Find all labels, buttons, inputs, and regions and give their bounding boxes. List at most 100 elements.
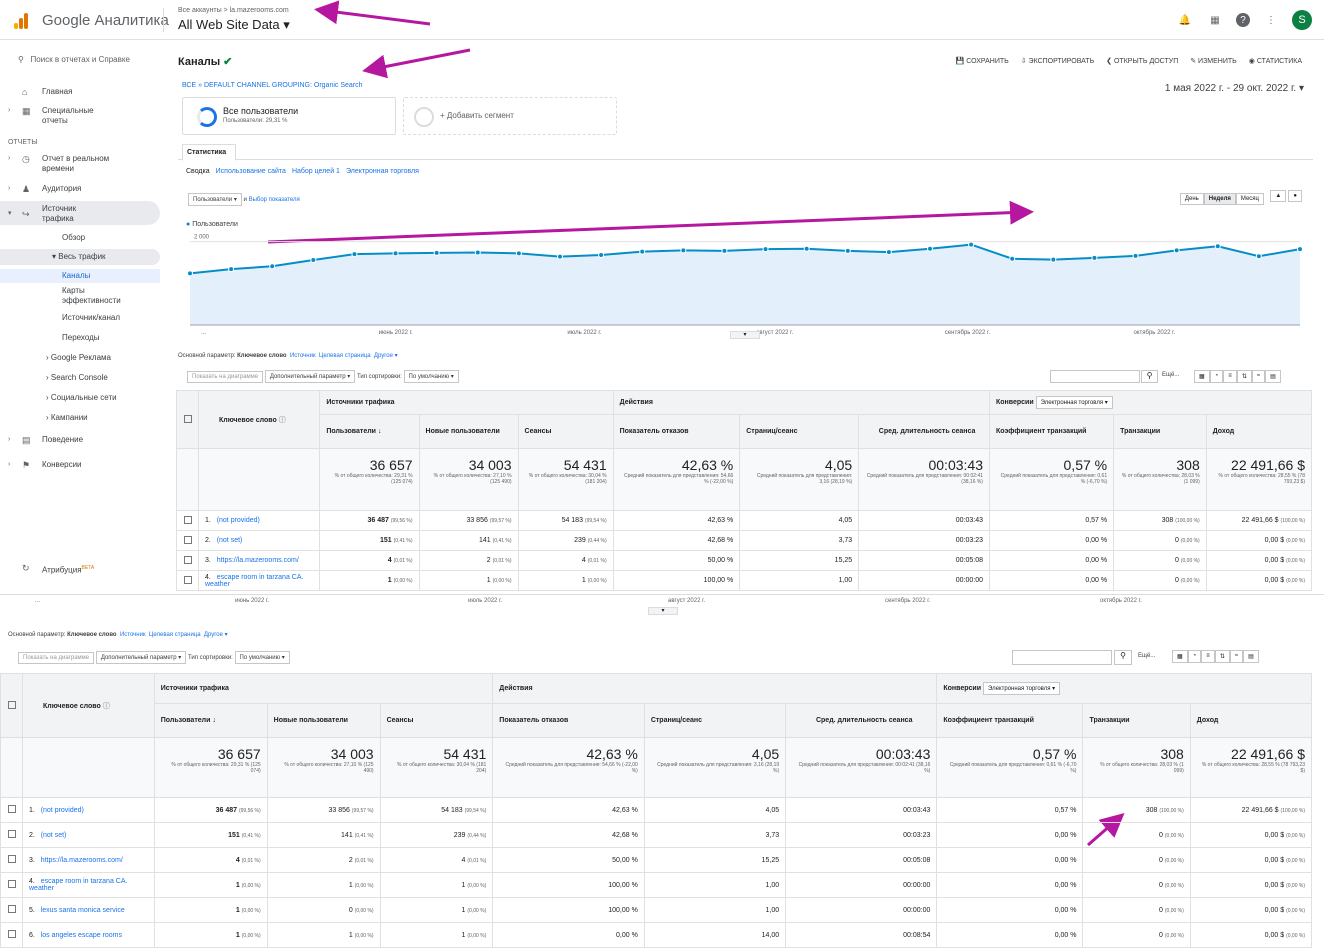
data-point[interactable] [762, 246, 769, 253]
subtab-ecommerce[interactable]: Электронная торговля [346, 168, 419, 175]
row-checkbox[interactable] [7, 880, 16, 888]
avatar[interactable]: S [1292, 10, 1312, 30]
pivot-view-icon[interactable]: ▤ [1265, 370, 1281, 383]
dim-link-source[interactable]: Источник [120, 632, 146, 638]
column-header[interactable]: Страниц/сеанс [643, 703, 787, 738]
data-point[interactable] [1255, 253, 1262, 260]
column-header[interactable]: Доход [1189, 703, 1313, 738]
add-segment-button[interactable]: + Добавить сегмент [403, 97, 617, 135]
sidebar-item-channels[interactable]: Каналы [0, 269, 160, 283]
sidebar-item-home[interactable]: ⌂ Главная [0, 87, 160, 97]
sidebar-item-search-console[interactable]: › Search Console [0, 373, 160, 383]
data-point[interactable] [351, 251, 358, 258]
channel-grouping-breadcrumb[interactable]: ВСЕ » DEFAULT CHANNEL GROUPING: Organic … [182, 82, 363, 89]
account-breadcrumb[interactable]: Все аккаунты > la.mazerooms.com [178, 7, 289, 14]
sidebar-item-overview[interactable]: Обзор [0, 233, 160, 243]
save-button[interactable]: 💾 СОХРАНИТЬ [956, 57, 1009, 65]
line-chart-icon[interactable]: ▲ [1270, 190, 1287, 202]
column-header[interactable]: Показатель отказов [612, 414, 741, 449]
plot-rows-button[interactable]: Показать на диаграмме [187, 371, 264, 383]
motion-chart-icon[interactable]: ● [1288, 190, 1302, 202]
column-header[interactable]: Пользователи ↓ [319, 414, 420, 449]
column-header[interactable]: Транзакции [1113, 414, 1207, 449]
advanced-filter-link[interactable]: Ещё... [1162, 372, 1179, 378]
sidebar-item-attribution[interactable]: ↻ АтрибуцияBETA [0, 563, 160, 576]
keyword-link[interactable]: https://la.mazerooms.com/ [41, 857, 123, 864]
keyword-link[interactable]: (not set) [41, 832, 67, 839]
sort-dropdown[interactable]: По умолчанию ▾ [403, 370, 459, 383]
sort-dropdown[interactable]: По умолчанию ▾ [234, 651, 290, 664]
row-checkbox[interactable] [183, 515, 192, 524]
select-all-checkbox[interactable] [183, 414, 192, 423]
metric-dropdown[interactable]: Пользователи ▾ [188, 193, 242, 206]
subtab-site-usage[interactable]: Использование сайта [216, 168, 286, 175]
keyword-link[interactable]: https://la.mazerooms.com/ [217, 557, 299, 564]
column-header[interactable]: Транзакции [1082, 703, 1191, 738]
performance-view-icon[interactable]: ≡ [1201, 650, 1215, 663]
export-button[interactable]: ⇩ ЭКСПОРТИРОВАТЬ [1021, 57, 1094, 65]
pie-view-icon[interactable]: ◔ [1209, 370, 1224, 383]
table-view-icon[interactable]: ▦ [1194, 370, 1210, 383]
data-point[interactable] [927, 245, 933, 252]
apps-grid-icon[interactable]: ▦ [1206, 11, 1224, 29]
keyword-link[interactable]: (not set) [217, 537, 243, 544]
table-row[interactable]: 1. (not provided) 36 487 (99,56 %) 33 856 … [0, 797, 1313, 823]
chart-collapse-handle[interactable]: ▾ [730, 331, 760, 339]
search-icon[interactable]: ⚲ [1114, 650, 1132, 665]
data-point[interactable] [474, 249, 481, 256]
column-header[interactable]: Новые пользователи [418, 414, 519, 449]
column-header[interactable]: Сеансы [379, 703, 494, 738]
column-header[interactable]: Новые пользователи [266, 703, 381, 738]
notifications-icon[interactable]: 🔔 [1176, 11, 1194, 29]
row-checkbox[interactable] [7, 830, 16, 838]
segment-all-users[interactable]: Все пользователи Пользователи: 29,31 % [182, 97, 396, 135]
sidebar-item-conversions[interactable]: › ⚑ Конверсии [0, 460, 160, 470]
data-point[interactable] [680, 247, 687, 254]
dim-link-other[interactable]: Другое ▾ [204, 632, 228, 638]
report-search[interactable]: ⚲ Поиск в отчетах и Справке [18, 55, 130, 64]
table-row[interactable]: 4. escape room in tarzana CA. weather 1 (… [0, 872, 1313, 898]
data-point[interactable] [269, 263, 276, 270]
data-point[interactable] [1009, 255, 1016, 262]
data-point[interactable] [228, 266, 235, 273]
data-point[interactable] [1297, 246, 1303, 253]
keyword-link[interactable]: (not provided) [217, 517, 260, 524]
data-point[interactable] [968, 241, 975, 248]
select-all-checkbox[interactable] [7, 700, 16, 709]
data-point[interactable] [803, 245, 810, 252]
column-header[interactable]: Коэффициент транзакций [936, 703, 1084, 738]
plot-rows-button[interactable]: Показать на диаграмме [18, 652, 95, 664]
data-point[interactable] [1050, 256, 1057, 263]
subtab-goal-set[interactable]: Набор целей 1 [292, 168, 340, 175]
column-header[interactable]: Пользователи ↓ [153, 703, 268, 738]
data-point[interactable] [515, 250, 522, 257]
row-checkbox[interactable] [183, 535, 192, 544]
data-point[interactable] [844, 247, 851, 254]
table-row[interactable]: 1. (not provided) 36 487 (99,56 %) 33 856 … [176, 510, 1313, 531]
row-checkbox[interactable] [183, 555, 192, 564]
share-button[interactable]: ❮ ОТКРЫТЬ ДОСТУП [1106, 57, 1178, 65]
sidebar-item-audience[interactable]: › ♟ Аудитория [0, 184, 160, 194]
keyword-link[interactable]: los angeles escape rooms [41, 932, 122, 939]
gran-week[interactable]: Неделя [1203, 193, 1236, 205]
sidebar-item-all-traffic[interactable]: ▾ Весь трафик [0, 249, 160, 265]
dim-link-source[interactable]: Источник [290, 353, 316, 359]
column-header[interactable]: Сред. длительность сеанса [785, 703, 938, 738]
sidebar-item-acquisition[interactable]: ▾ ↪ Источник трафика [0, 201, 160, 225]
advanced-filter-link[interactable]: Ещё... [1138, 653, 1155, 659]
secondary-dimension-dropdown[interactable]: Дополнительный параметр ▾ [264, 370, 356, 383]
conversion-type-dropdown[interactable]: Электронная торговля ▾ [982, 682, 1061, 695]
sidebar-item-social[interactable]: › Социальные сети [0, 393, 160, 403]
sidebar-item-google-ads[interactable]: › Google Реклама [0, 353, 160, 363]
pivot-view-icon[interactable]: ▤ [1243, 650, 1259, 663]
search-icon[interactable]: ⚲ [1141, 370, 1158, 383]
secondary-dimension-dropdown[interactable]: Дополнительный параметр ▾ [95, 651, 187, 664]
data-point[interactable] [433, 249, 440, 256]
row-checkbox[interactable] [7, 905, 16, 913]
table-row[interactable]: 4. escape room in tarzana CA. weather 1 (… [176, 570, 1313, 591]
term-cloud-icon[interactable]: ≈ [1251, 370, 1266, 383]
tab-explorer[interactable]: Статистика [182, 144, 236, 161]
table-filter-input[interactable] [1012, 650, 1112, 665]
column-header[interactable]: Сеансы [517, 414, 614, 449]
keyword-link[interactable]: escape room in tarzana CA. weather [29, 878, 127, 892]
